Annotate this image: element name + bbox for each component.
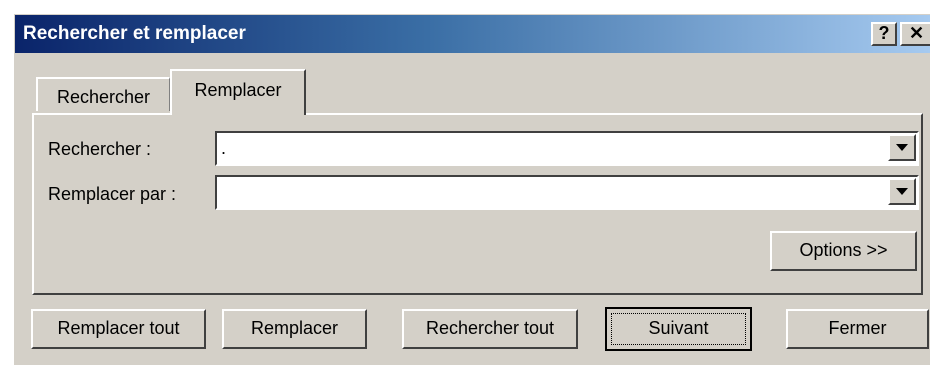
chevron-down-icon (896, 144, 908, 151)
next-button-label: Suivant (611, 313, 746, 345)
chevron-down-icon (896, 188, 908, 195)
tab-panel-remplacer: Rechercher : Remplacer par : Options >> (32, 113, 923, 295)
find-dropdown-button[interactable] (888, 134, 916, 161)
find-label: Rechercher : (48, 139, 152, 159)
title-bar[interactable]: Rechercher et remplacer ? ✕ (15, 15, 930, 53)
close-icon: ✕ (908, 23, 925, 43)
find-combobox[interactable] (215, 131, 919, 166)
tab-remplacer-label: Remplacer (194, 80, 282, 100)
replace-input[interactable] (217, 177, 887, 208)
replace-all-button[interactable]: Remplacer tout (31, 309, 206, 349)
close-button[interactable]: Fermer (786, 309, 929, 349)
replace-combobox[interactable] (215, 175, 919, 210)
help-icon: ? (878, 23, 890, 43)
replace-label: Remplacer par : (48, 184, 177, 204)
next-button[interactable]: Suivant (605, 307, 752, 351)
help-button[interactable]: ? (871, 22, 897, 46)
tab-rechercher-label: Rechercher (56, 87, 151, 107)
replace-button[interactable]: Remplacer (222, 309, 367, 349)
dialog-title: Rechercher et remplacer (23, 23, 246, 44)
options-button[interactable]: Options >> (770, 231, 917, 271)
tab-remplacer[interactable]: Remplacer (170, 69, 306, 115)
close-window-button[interactable]: ✕ (900, 22, 930, 46)
find-all-button[interactable]: Rechercher tout (402, 309, 578, 349)
replace-dropdown-button[interactable] (888, 178, 916, 205)
tab-rechercher[interactable]: Rechercher (36, 77, 170, 111)
find-input[interactable] (217, 133, 887, 164)
find-replace-dialog: Rechercher et remplacer ? ✕ Rechercher R… (14, 14, 930, 365)
